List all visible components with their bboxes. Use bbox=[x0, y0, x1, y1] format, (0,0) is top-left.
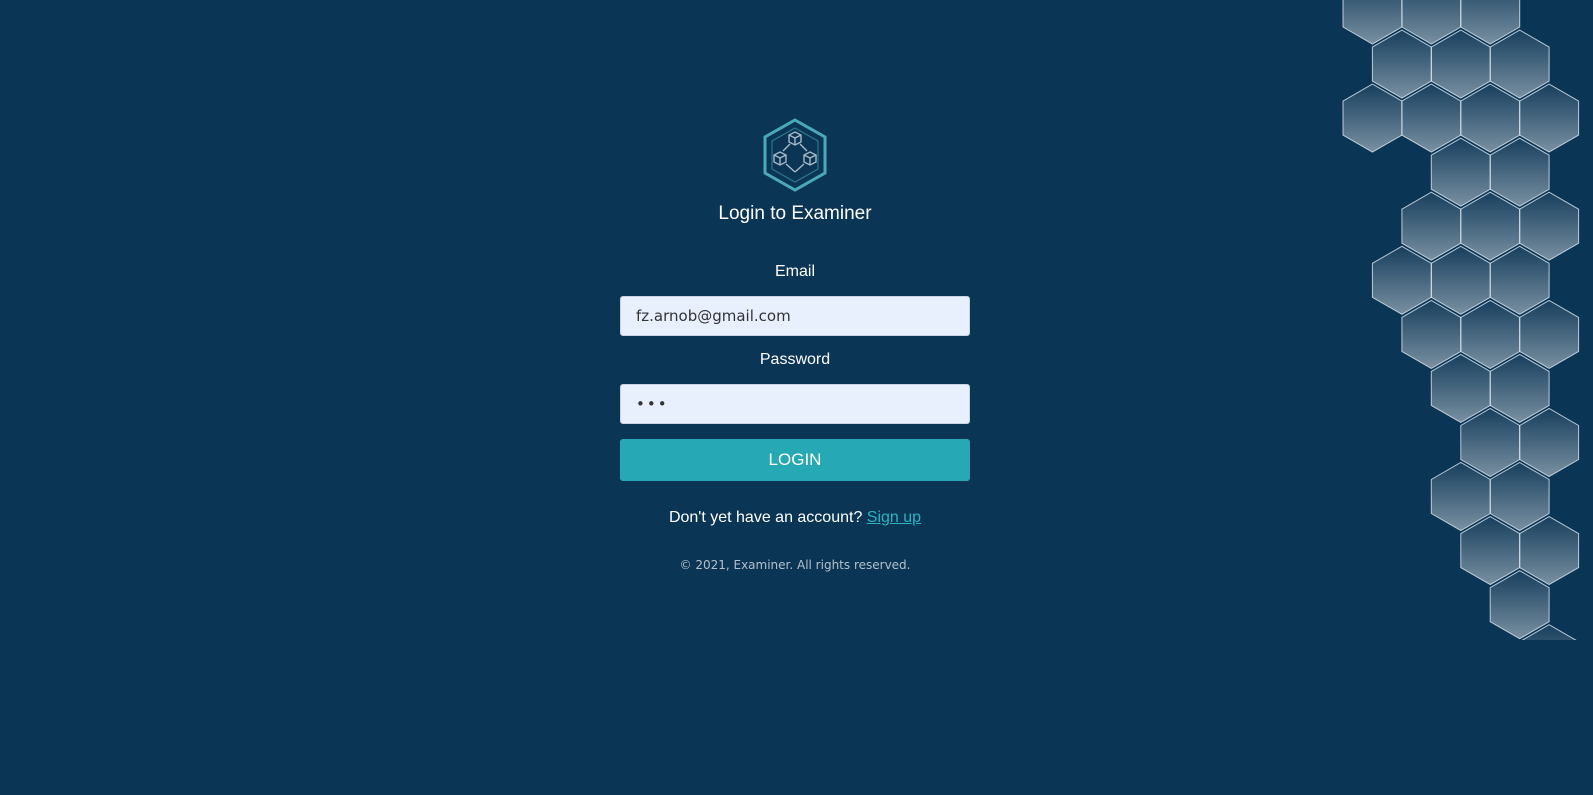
hexagon-shape bbox=[1489, 137, 1550, 207]
hexagon-shape bbox=[1460, 299, 1521, 369]
hexagon-shape bbox=[1460, 191, 1521, 261]
login-button[interactable]: LOGIN bbox=[620, 439, 970, 481]
hexagon-shape bbox=[1401, 83, 1462, 153]
email-field[interactable] bbox=[620, 296, 970, 336]
hexagon-shape bbox=[1519, 407, 1580, 478]
hexagon-shape bbox=[1342, 83, 1403, 153]
hexagon-shape bbox=[1489, 245, 1550, 315]
hexagon-shape bbox=[1489, 570, 1550, 640]
hexagon-shape bbox=[1489, 353, 1550, 423]
hexagon-shape bbox=[1401, 191, 1462, 261]
hexagon-shape bbox=[1401, 299, 1462, 369]
email-label: Email bbox=[774, 263, 815, 280]
network-cube-icon bbox=[763, 118, 827, 192]
login-panel: Login to Examiner Email Password LOGIN D… bbox=[620, 118, 970, 573]
hexagon-shape bbox=[1519, 191, 1580, 261]
hexagon-shape bbox=[1430, 245, 1491, 315]
hexagon-shape bbox=[1430, 29, 1491, 99]
hexagon-shape bbox=[1489, 461, 1550, 532]
signup-link[interactable]: Sign up bbox=[867, 509, 921, 526]
hexagon-shape bbox=[1371, 245, 1432, 315]
hexagon-shape bbox=[1519, 516, 1580, 586]
hexagon-shape bbox=[1460, 83, 1521, 153]
hexagon-shape bbox=[1430, 137, 1491, 207]
signup-row: Don't yet have an account? Sign up bbox=[669, 508, 921, 528]
hexagon-shape bbox=[1519, 83, 1580, 153]
password-label: Password bbox=[759, 351, 831, 368]
hexagon-shape bbox=[1519, 299, 1580, 369]
hexagon-shape bbox=[1460, 516, 1521, 586]
signup-prompt: Don't yet have an account? bbox=[668, 509, 867, 526]
password-field[interactable] bbox=[620, 384, 970, 424]
hexagon-shape bbox=[1430, 353, 1491, 423]
hexagon-pattern-decoration bbox=[1342, 0, 1580, 640]
hexagon-shape bbox=[1371, 29, 1432, 99]
hexagon-shape bbox=[1430, 461, 1491, 532]
page-title: Login to Examiner bbox=[718, 203, 872, 224]
copyright-text: © 2021, Examiner. All rights reserved. bbox=[679, 558, 911, 572]
hexagon-shape bbox=[1460, 407, 1521, 478]
hexagon-shape bbox=[1489, 29, 1550, 99]
